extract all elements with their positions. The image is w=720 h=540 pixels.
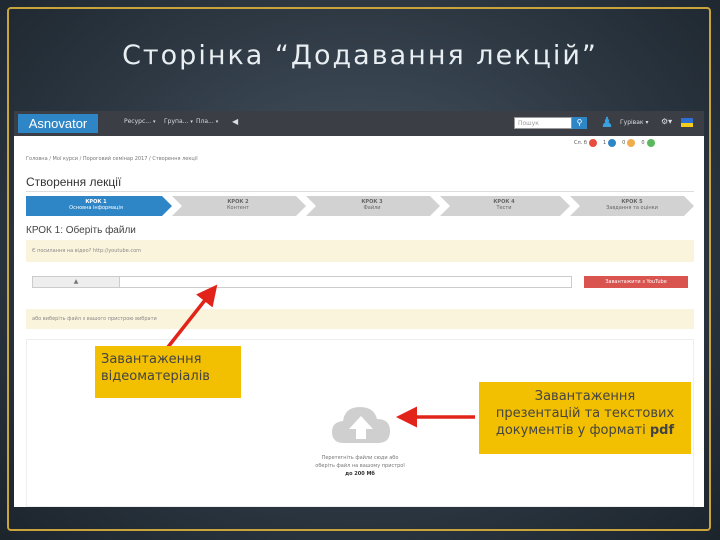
arrow-to-video-upload (166, 284, 218, 349)
video-upload-callout: Завантаження відеоматеріалів (95, 346, 241, 398)
docs-upload-callout: Завантаження презентацій та текстових до… (479, 382, 691, 454)
annotation-arrows (166, 284, 475, 428)
